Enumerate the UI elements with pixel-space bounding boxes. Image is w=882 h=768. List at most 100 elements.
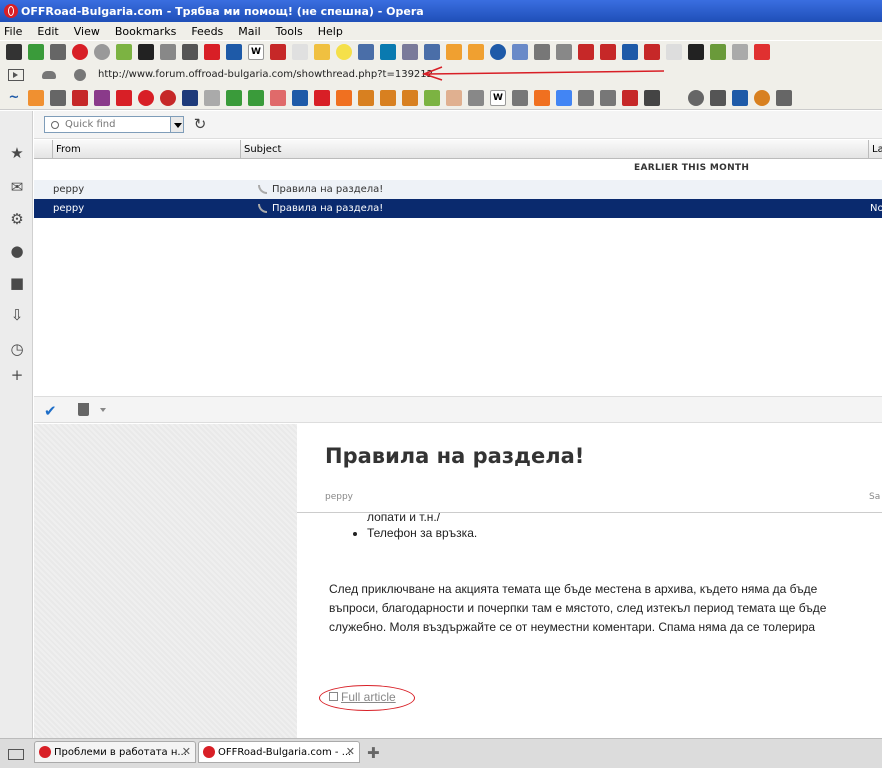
bookmark-icon[interactable] <box>644 89 660 106</box>
new-tab-plus-icon[interactable]: ✚ <box>367 744 380 762</box>
status-column-head[interactable] <box>34 140 52 159</box>
bookmark-icon[interactable] <box>314 44 330 60</box>
menu-bookmarks[interactable]: Bookmarks <box>115 25 176 38</box>
bookmark-icon[interactable] <box>424 89 440 106</box>
mark-read-check-icon[interactable]: ✔ <box>44 402 57 420</box>
notes-icon[interactable]: ■ <box>9 275 25 291</box>
bookmark-icon[interactable] <box>226 89 242 106</box>
bookmark-icon[interactable] <box>644 44 660 60</box>
bookmark-icon[interactable] <box>512 44 528 60</box>
bookmark-icon[interactable] <box>622 89 638 106</box>
bookmark-icon[interactable] <box>160 44 176 60</box>
bookmark-icon[interactable] <box>116 89 132 106</box>
bookmark-icon[interactable] <box>6 44 22 60</box>
bookmark-icon[interactable] <box>666 89 682 106</box>
bookmark-icon[interactable] <box>534 44 550 60</box>
bookmark-icon[interactable] <box>292 44 308 60</box>
blogger-icon[interactable] <box>534 89 550 106</box>
bookmark-icon[interactable] <box>204 89 220 106</box>
bookmark-icon[interactable] <box>248 89 264 106</box>
bookmark-icon[interactable] <box>578 44 594 60</box>
bookmark-icon[interactable] <box>754 89 770 106</box>
bookmark-icon[interactable] <box>776 89 792 106</box>
bookmark-icon[interactable] <box>402 89 418 106</box>
close-icon[interactable]: ✕ <box>346 745 355 758</box>
quick-find-field[interactable] <box>44 116 174 133</box>
bookmark-icon[interactable] <box>182 89 198 106</box>
column-label[interactable]: Lal <box>868 140 882 159</box>
quick-find-input[interactable] <box>65 119 165 130</box>
wikipedia-icon[interactable]: W <box>248 44 264 60</box>
bookmark-icon[interactable] <box>600 89 616 106</box>
bookmark-icon[interactable] <box>270 89 286 106</box>
downloads-icon[interactable]: ⇩ <box>9 307 25 323</box>
bookmark-icon[interactable] <box>50 44 66 60</box>
bookmark-icon[interactable] <box>270 44 286 60</box>
column-subject[interactable]: Subject <box>240 140 868 159</box>
mail-icon[interactable]: ✉ <box>9 179 25 195</box>
bookmark-icon[interactable] <box>732 89 748 106</box>
bookmark-icon[interactable] <box>688 89 704 106</box>
bookmark-icon[interactable] <box>28 44 44 60</box>
menu-mail[interactable]: Mail <box>238 25 260 38</box>
smiley-icon[interactable] <box>336 44 352 60</box>
contacts-icon[interactable]: ● <box>9 243 25 259</box>
bookmark-icon[interactable] <box>358 89 374 106</box>
quick-find-dropdown[interactable] <box>170 116 184 133</box>
tab[interactable]: Проблеми в работата н... ✕ <box>34 741 196 763</box>
wikipedia-icon[interactable]: W <box>490 89 506 106</box>
bookmark-icon[interactable] <box>622 44 638 60</box>
bookmark-icon[interactable] <box>468 89 484 106</box>
bookmark-icon[interactable] <box>226 44 242 60</box>
bookmark-icon[interactable] <box>732 44 748 60</box>
url-field[interactable]: http://www.forum.offroad-bulgaria.com/sh… <box>34 65 454 84</box>
article-author[interactable]: peppy <box>325 492 353 502</box>
bookmark-icon[interactable] <box>314 89 330 106</box>
bookmark-icon[interactable] <box>688 44 704 60</box>
bookmark-icon[interactable] <box>28 89 44 106</box>
url-text[interactable]: http://www.forum.offroad-bulgaria.com/sh… <box>98 69 433 80</box>
bookmark-icon[interactable] <box>754 44 770 60</box>
chevron-down-icon[interactable] <box>100 408 106 412</box>
menu-help[interactable]: Help <box>318 25 343 38</box>
bookmark-icon[interactable] <box>424 44 440 60</box>
bookmark-icon[interactable] <box>512 89 528 106</box>
bookmark-icon[interactable] <box>72 44 88 60</box>
trash-icon[interactable] <box>78 403 89 416</box>
bookmark-icon[interactable] <box>380 44 396 60</box>
bookmark-icon[interactable] <box>72 89 88 106</box>
message-row[interactable]: peppy Правила на раздела! <box>34 180 882 199</box>
bookmark-icon[interactable] <box>94 89 110 106</box>
bookmark-icon[interactable] <box>380 89 396 106</box>
message-row-selected[interactable]: peppy Правила на раздела! No <box>34 199 882 218</box>
panel-toggle-icon[interactable] <box>8 68 24 81</box>
bookmark-icon[interactable] <box>160 89 176 106</box>
bookmark-icon[interactable] <box>204 44 220 60</box>
android-icon[interactable] <box>116 44 132 60</box>
bookmark-icon[interactable] <box>710 89 726 106</box>
bookmark-icon[interactable] <box>578 89 594 106</box>
panel-toggle-icon[interactable] <box>8 749 24 760</box>
history-clock-icon[interactable]: ◷ <box>9 341 25 357</box>
bookmark-icon[interactable] <box>446 89 462 106</box>
bookmarks-star-icon[interactable]: ★ <box>9 145 25 161</box>
blogger-icon[interactable] <box>336 89 352 106</box>
bookmark-icon[interactable] <box>446 44 462 60</box>
add-panel-icon[interactable]: + <box>9 367 25 383</box>
column-from[interactable]: From <box>52 140 240 159</box>
bookmark-icon[interactable] <box>292 89 308 106</box>
bookmark-icon[interactable] <box>666 44 682 60</box>
close-icon[interactable]: ✕ <box>182 745 191 758</box>
menu-edit[interactable]: Edit <box>37 25 58 38</box>
settings-gear-icon[interactable]: ⚙ <box>9 211 25 227</box>
bookmark-icon[interactable] <box>402 44 418 60</box>
bookmark-icon[interactable] <box>138 89 154 106</box>
bookmark-icon[interactable] <box>468 44 484 60</box>
bookmark-icon[interactable]: ~ <box>6 89 22 106</box>
refresh-icon[interactable]: ↻ <box>192 116 208 132</box>
bookmark-icon[interactable] <box>50 89 66 106</box>
menu-file[interactable]: File <box>4 25 22 38</box>
bookmark-icon[interactable] <box>556 44 572 60</box>
bookmark-icon[interactable] <box>490 44 506 60</box>
menu-feeds[interactable]: Feeds <box>191 25 223 38</box>
